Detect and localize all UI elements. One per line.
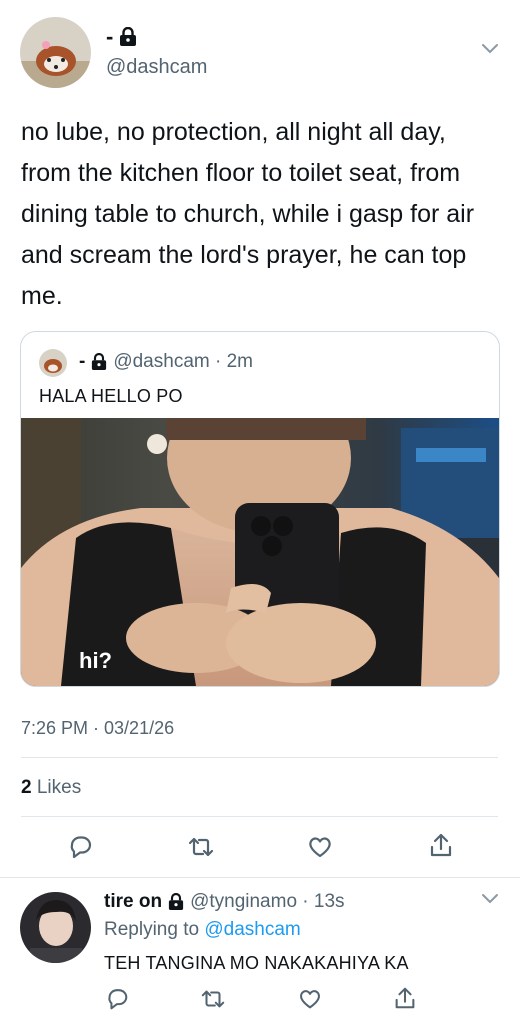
reply-handle-time[interactable]: @tynginamo · 13s: [190, 891, 344, 913]
likes-number[interactable]: 2: [21, 777, 32, 798]
lock-icon: [168, 893, 184, 911]
divider: [21, 816, 498, 817]
chevron-down-icon[interactable]: [480, 42, 500, 56]
divider: [21, 757, 498, 758]
heart-icon[interactable]: [306, 833, 334, 861]
likes-count[interactable]: 2 Likes: [21, 777, 81, 799]
chevron-down-icon[interactable]: [480, 892, 500, 906]
heart-icon[interactable]: [297, 986, 325, 1014]
share-icon[interactable]: [427, 831, 455, 859]
lock-icon: [91, 353, 107, 371]
tweet-text: no lube, no protection, all night all da…: [21, 118, 475, 310]
quoted-handle-time: @dashcam · 2m: [113, 351, 253, 372]
display-name[interactable]: -: [106, 24, 137, 50]
quoted-display-name: -: [79, 351, 86, 372]
retweet-icon[interactable]: [187, 833, 215, 861]
quoted-media[interactable]: hi?: [21, 418, 499, 686]
lock-icon: [119, 27, 137, 47]
retweet-icon[interactable]: [200, 986, 228, 1014]
reply-icon[interactable]: [66, 833, 94, 861]
media-caption: hi?: [79, 648, 112, 673]
display-name-text[interactable]: -: [106, 24, 113, 50]
divider: [0, 877, 520, 878]
share-icon[interactable]: [392, 985, 420, 1013]
handle[interactable]: @dashcam: [106, 56, 207, 79]
quoted-header: - @dashcam · 2m: [79, 351, 253, 373]
avatar: [39, 349, 67, 377]
reply-text: TEH TANGINA MO NAKAKAHIYA KA: [104, 953, 409, 973]
likes-label[interactable]: Likes: [37, 777, 81, 798]
reply-icon[interactable]: [104, 986, 132, 1014]
quoted-text: HALA HELLO PO: [39, 386, 183, 406]
timestamp[interactable]: 7:26 PM · 03/21/26: [21, 718, 174, 739]
replying-to: Replying to @dashcam: [104, 919, 301, 941]
reply-display-name[interactable]: tire on: [104, 891, 162, 913]
reply-header[interactable]: tire on @tynginamo · 13s: [104, 891, 345, 913]
quoted-tweet[interactable]: - @dashcam · 2m HALA HELLO PO hi?: [20, 331, 500, 687]
avatar[interactable]: [20, 892, 91, 963]
avatar[interactable]: [20, 17, 91, 88]
replying-to-handle[interactable]: @dashcam: [204, 919, 300, 940]
replying-to-label: Replying to: [104, 919, 200, 940]
